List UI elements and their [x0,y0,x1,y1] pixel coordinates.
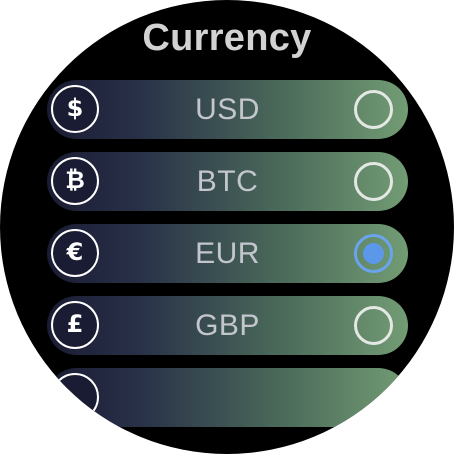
currency-option-partial[interactable] [47,368,408,427]
euro-coin-icon: € [51,229,99,277]
radio-button-eur[interactable] [354,234,393,273]
pound-coin-icon: £ [51,301,99,349]
watch-screen: Currency $ USD ₿ BTC € EUR £ GBP [0,0,454,454]
currency-option-gbp[interactable]: £ GBP [47,296,408,355]
currency-option-usd[interactable]: $ USD [47,80,408,139]
currency-label: EUR [195,237,260,270]
currency-option-eur[interactable]: € EUR [47,224,408,283]
page-title: Currency [142,17,312,59]
currency-label: USD [195,93,260,126]
radio-button-usd[interactable] [354,90,393,129]
bitcoin-coin-icon: ₿ [51,157,99,205]
currency-label: GBP [195,309,260,342]
currency-label: BTC [196,165,259,198]
radio-button-btc[interactable] [354,162,393,201]
radio-button-gbp[interactable] [354,306,393,345]
currency-option-btc[interactable]: ₿ BTC [47,152,408,211]
dollar-coin-icon: $ [51,85,99,133]
coin-icon [51,373,99,421]
radio-selected-dot [363,243,384,264]
